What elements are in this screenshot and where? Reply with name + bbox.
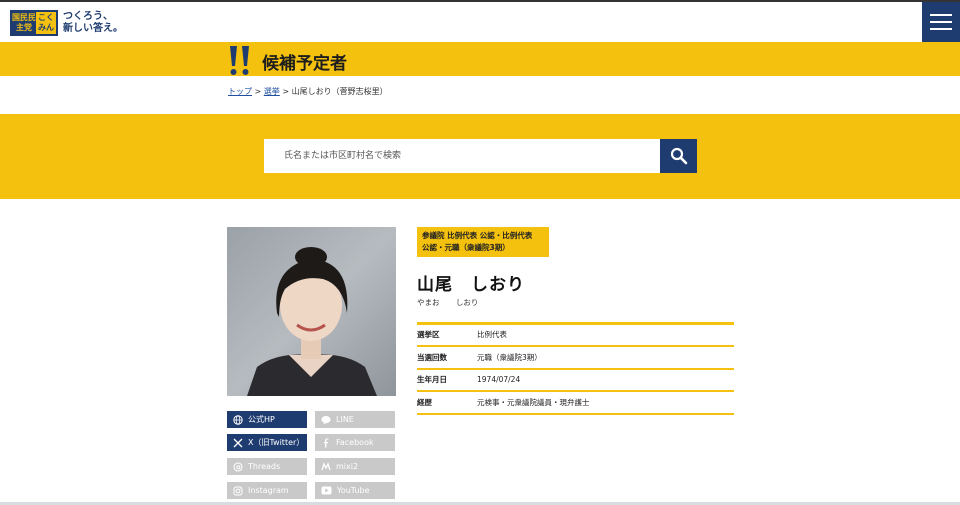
candidate-kana: やまお しおり <box>417 298 479 307</box>
portrait-image <box>247 247 377 396</box>
table-row: 経歴 元検事・元衆議院議員・現弁護士 <box>417 392 734 415</box>
row-label: 当選回数 <box>417 352 447 362</box>
mixi2-link: mixi2 <box>315 458 395 475</box>
youtube-label: YouTube <box>337 486 370 495</box>
page: 国民民主党 こくみん つくろう、 新しい答え。 候補予定者 トップ > 選挙 > <box>0 0 960 505</box>
youtube-link: YouTube <box>315 482 395 499</box>
mixi2-label: mixi2 <box>336 462 359 471</box>
hamburger-menu-button[interactable] <box>922 2 960 42</box>
x-twitter-label: X（旧Twitter） <box>248 438 305 447</box>
row-value: 比例代表 <box>477 330 507 340</box>
menu-bar-icon <box>930 21 952 23</box>
table-row: 生年月日 1974/07/24 <box>417 370 734 392</box>
tagline-line2: 新しい答え。 <box>63 23 123 34</box>
breadcrumb-current: 山尾しおり（菅野志桜里） <box>291 87 388 96</box>
row-value: 元職（衆議院3期） <box>477 352 542 362</box>
candidate-photo <box>227 227 396 396</box>
table-row: 当選回数 元職（衆議院3期） <box>417 347 734 370</box>
facebook-label: Facebook <box>336 438 374 447</box>
globe-icon <box>233 414 243 425</box>
title-band: 候補予定者 <box>0 42 960 76</box>
row-label: 選挙区 <box>417 330 440 340</box>
search-input[interactable] <box>264 139 660 173</box>
row-label: 経歴 <box>417 397 432 407</box>
logo-mark: 国民民主党 こくみん <box>10 10 58 36</box>
site-logo[interactable]: 国民民主党 こくみん つくろう、 新しい答え。 <box>10 10 123 36</box>
search-button[interactable] <box>660 139 697 173</box>
row-label: 生年月日 <box>417 375 447 385</box>
line-icon <box>321 415 331 425</box>
official-hp-label: 公式HP <box>248 415 275 424</box>
threads-link: Threads <box>227 458 307 475</box>
row-value: 元検事・元衆議院議員・現弁護士 <box>477 397 590 407</box>
threads-icon <box>233 461 243 472</box>
instagram-label: Instagram <box>248 486 289 495</box>
instagram-icon <box>233 486 243 495</box>
official-hp-link[interactable]: 公式HP <box>227 411 307 428</box>
facebook-icon <box>324 438 329 447</box>
candidacy-badge: 参議院 比例代表 公認・比例代表 公認・元職（衆議院3期） <box>417 227 549 257</box>
menu-bar-icon <box>930 28 952 30</box>
youtube-icon <box>321 486 332 495</box>
breadcrumb-separator: > <box>282 87 290 96</box>
breadcrumb-top-link[interactable]: トップ <box>228 87 252 96</box>
breadcrumb: トップ > 選挙 > 山尾しおり（菅野志桜里） <box>228 86 388 97</box>
tagline-line1: つくろう、 <box>63 11 113 22</box>
line-link: LINE <box>315 411 395 428</box>
menu-bar-icon <box>930 14 952 16</box>
line-label: LINE <box>336 415 354 424</box>
facebook-link: Facebook <box>315 434 395 451</box>
candidacy-line1: 参議院 比例代表 公認・比例代表 <box>422 231 533 240</box>
row-value: 1974/07/24 <box>477 375 521 385</box>
candidacy-line2: 公認・元職（衆議院3期） <box>422 243 510 252</box>
search-icon <box>670 147 687 165</box>
page-title: 候補予定者 <box>262 54 347 74</box>
x-icon <box>233 438 243 447</box>
site-header: 国民民主党 こくみん つくろう、 新しい答え。 <box>0 0 960 42</box>
profile-table: 選挙区 比例代表 当選回数 元職（衆議院3期） 生年月日 1974/07/24 … <box>417 322 734 415</box>
logo-party-name: 国民民主党 <box>12 12 36 34</box>
exclamation-mark-icon <box>230 46 249 75</box>
breadcrumb-election-link[interactable]: 選挙 <box>264 87 280 96</box>
search-band <box>0 114 960 199</box>
candidate-name: 山尾 しおり <box>417 275 525 295</box>
logo-kokumin: こくみん <box>38 13 54 32</box>
threads-label: Threads <box>248 462 281 471</box>
mixi-icon <box>321 461 331 470</box>
table-row: 選挙区 比例代表 <box>417 325 734 347</box>
instagram-link: Instagram <box>227 482 307 499</box>
breadcrumb-separator: > <box>254 87 262 96</box>
logo-tagline: つくろう、 新しい答え。 <box>63 11 123 35</box>
x-twitter-link[interactable]: X（旧Twitter） <box>227 434 307 451</box>
